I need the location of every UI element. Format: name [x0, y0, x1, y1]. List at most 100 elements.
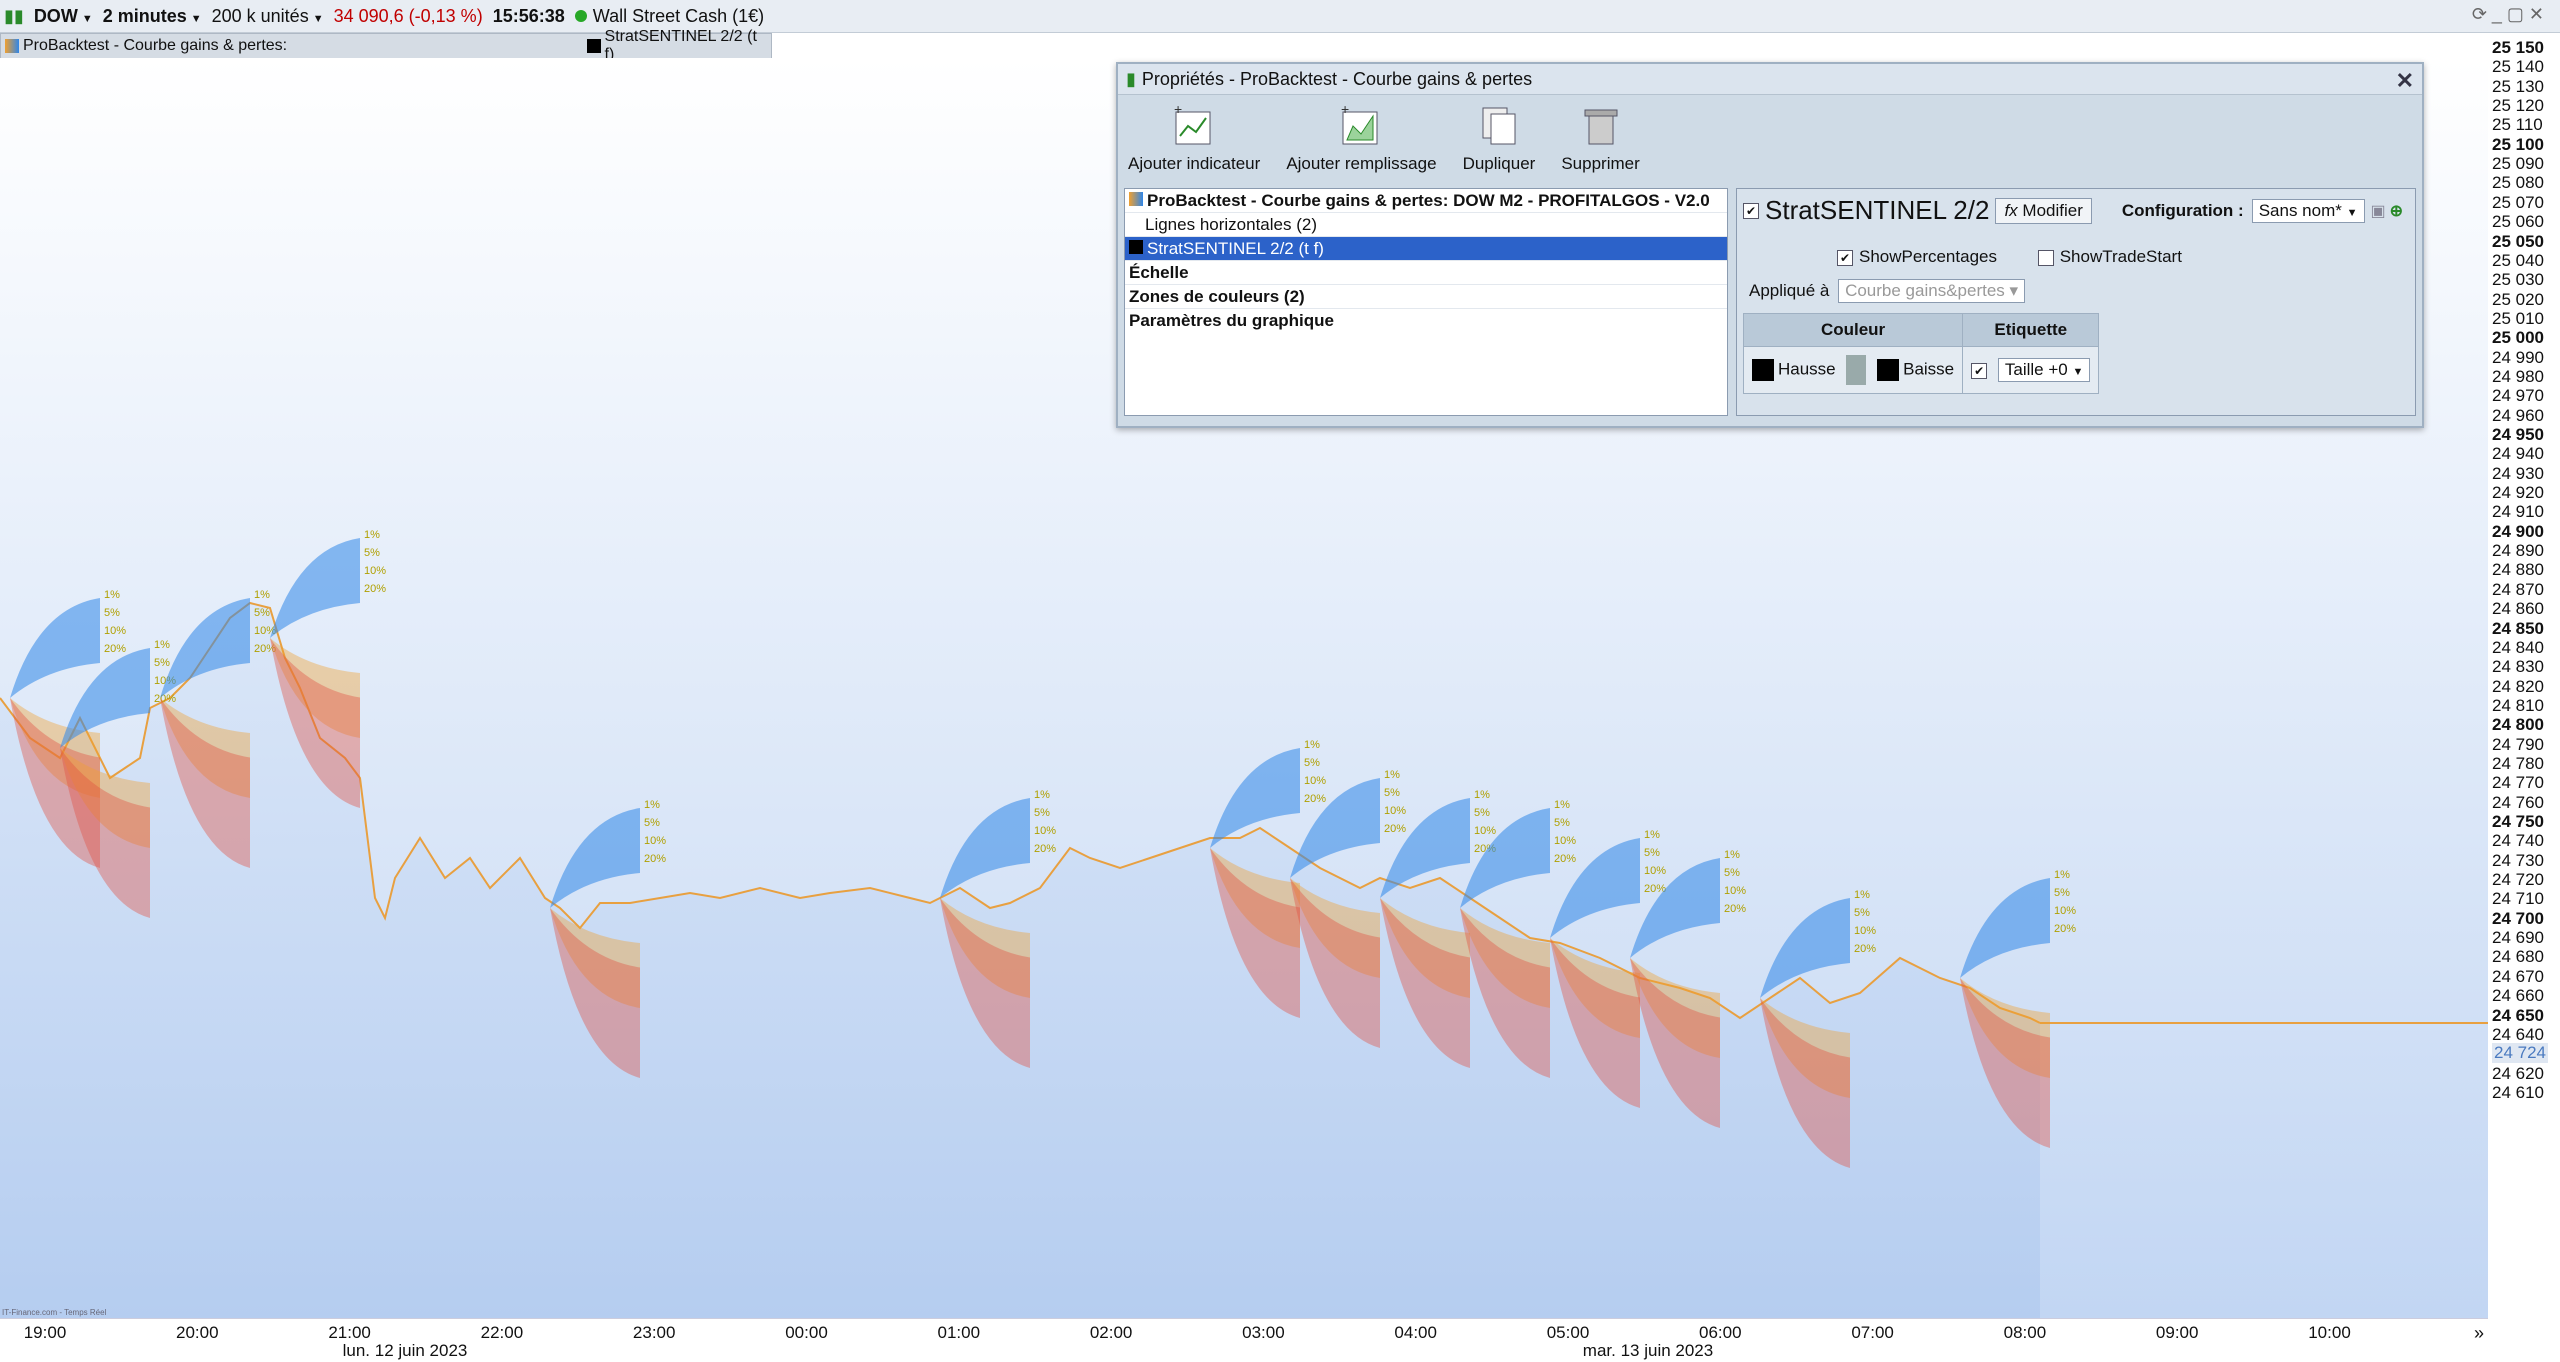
indicator-name: StratSENTINEL 2/2: [1765, 195, 1990, 225]
modify-button[interactable]: fx Modifier: [1995, 197, 2092, 224]
fan-percent-label: 1%: [1644, 829, 1660, 841]
show-percentages-checkbox[interactable]: ✔: [1837, 249, 1853, 266]
scroll-right-icon[interactable]: »: [2474, 1323, 2484, 1344]
tree-item-chart-params[interactable]: Paramètres du graphique: [1125, 309, 1727, 332]
applied-to-label: Appliqué à: [1749, 281, 1830, 300]
color-column-header: Couleur: [1742, 313, 1964, 347]
price-tick-label: 24 880: [2492, 560, 2544, 580]
fan-percent-label: 5%: [2054, 887, 2070, 899]
duplicate-icon: [1482, 107, 1516, 145]
timeframe-selector[interactable]: 2 minutes ▼: [103, 6, 202, 27]
price-tick-label: 24 620: [2492, 1063, 2544, 1083]
footer-credit: IT-Finance.com - Temps Réel: [2, 1308, 107, 1317]
add-config-icon[interactable]: ⊕: [2390, 201, 2403, 221]
add-fill-button[interactable]: + Ajouter remplissage: [1286, 104, 1436, 174]
fan-percent-label: 5%: [1384, 787, 1400, 799]
configuration-select[interactable]: Sans nom* ▼: [2251, 198, 2365, 223]
price-tick-label: 25 110: [2492, 115, 2543, 135]
price-tick-label: 25 050: [2492, 231, 2544, 251]
time-tick-label: 09:00: [2155, 1323, 2199, 1342]
price-tick-label: 24 920: [2492, 483, 2544, 503]
price-tick-label: 24 930: [2492, 463, 2544, 483]
label-column-header: Etiquette: [1962, 313, 2100, 347]
add-fill-icon: +: [1341, 104, 1378, 145]
tree-item-label: ProBacktest - Courbe gains & pertes: DOW…: [1147, 191, 1710, 210]
price-axis[interactable]: 25 150 25 140 25 130 25 120 25 110 25 100 25 0…: [2488, 32, 2560, 1322]
fan-percent-label: 10%: [1724, 885, 1746, 897]
tree-item-strat-sentinel[interactable]: StratSENTINEL 2/2 (t f): [1125, 237, 1727, 261]
rise-color-swatch[interactable]: [1752, 359, 1774, 381]
add-indicator-button[interactable]: + Ajouter indicateur: [1128, 104, 1260, 174]
account-status[interactable]: Wall Street Cash (1€): [574, 6, 764, 27]
price-tick-label: 24 690: [2492, 928, 2544, 948]
label-checkbox[interactable]: ✔: [1971, 362, 1988, 379]
tree-item-horizontal-lines[interactable]: Lignes horizontales (2): [1125, 213, 1727, 237]
price-tick-label: 24 970: [2492, 386, 2544, 406]
indicator-visible-checkbox[interactable]: ✔: [1743, 202, 1759, 219]
dialog-titlebar[interactable]: ▮ Propriétés - ProBacktest - Courbe gain…: [1118, 64, 2422, 95]
applied-to-select[interactable]: Courbe gains&pertes ▾: [1838, 279, 2026, 303]
delete-label: Supprimer: [1561, 154, 1640, 173]
chevron-down-icon: ▼: [2072, 366, 2084, 378]
fan-percent-label: 10%: [364, 565, 386, 577]
fan-percent-label: 20%: [2054, 923, 2076, 935]
fall-color-swatch[interactable]: [1877, 359, 1900, 381]
tree-item-backtest[interactable]: ProBacktest - Courbe gains & pertes: DOW…: [1125, 189, 1727, 213]
fan-percent-label: 20%: [104, 643, 126, 655]
fan-percent-label: 5%: [1854, 907, 1870, 919]
price-tick-label: 24 850: [2492, 618, 2544, 638]
fan-percent-label: 1%: [1554, 799, 1570, 811]
units-selector[interactable]: 200 k unités ▼: [212, 6, 324, 27]
fan-percent-label: 10%: [1304, 775, 1326, 787]
price-tick-label: 24 960: [2492, 405, 2544, 425]
delete-button[interactable]: Supprimer: [1561, 104, 1640, 174]
properties-dialog: ▮ Propriétés - ProBacktest - Courbe gain…: [1116, 62, 2424, 428]
price-tick-label: 24 830: [2492, 657, 2544, 677]
legend-left-label[interactable]: ProBacktest - Courbe gains & pertes:: [23, 37, 583, 55]
app-icon[interactable]: ▮▮: [4, 6, 24, 27]
show-trade-start-checkbox[interactable]: [2037, 249, 2054, 266]
price-tick-label: 24 840: [2492, 637, 2544, 657]
tree-item-scale[interactable]: Échelle: [1125, 261, 1727, 285]
price-tick-label: 24 700: [2492, 908, 2544, 928]
fan-percent-label: 5%: [364, 547, 380, 559]
fan-percent-label: 1%: [254, 589, 270, 601]
close-icon[interactable]: ✕: [2396, 68, 2414, 94]
save-icon[interactable]: ▣: [2371, 201, 2386, 221]
price-tick-label: 24 770: [2492, 773, 2544, 793]
price-tick-label: 24 900: [2492, 521, 2544, 541]
fan-percent-label: 10%: [2054, 905, 2076, 917]
fan-percent-label: 1%: [1034, 789, 1050, 801]
price-tick-label: 24 780: [2492, 753, 2544, 773]
size-select[interactable]: Taille +0 ▼: [1997, 358, 2091, 382]
window-controls[interactable]: ⟳ _ ▢ ✕: [2472, 4, 2544, 25]
add-fill-label: Ajouter remplissage: [1286, 154, 1437, 173]
fan-percent-label: 1%: [1304, 739, 1320, 751]
fan-percent-label: 1%: [2054, 869, 2070, 881]
fan-percent-label: 5%: [1554, 817, 1570, 829]
tree-item-color-zones[interactable]: Zones de couleurs (2): [1125, 285, 1727, 309]
tree-item-label: Lignes horizontales (2): [1145, 215, 1317, 234]
chevron-down-icon: ▼: [312, 12, 324, 25]
label-cell: ✔ Taille +0 ▼: [1962, 346, 2100, 394]
fan-percent-label: 10%: [1384, 805, 1406, 817]
price-tick-label: 24 610: [2492, 1082, 2544, 1102]
swatch-icon: [1129, 192, 1143, 206]
price-tick-label: 24 800: [2492, 715, 2544, 735]
duplicate-button[interactable]: Dupliquer: [1463, 104, 1535, 174]
time-axis[interactable]: lun. 12 juin 2023 mar. 13 juin 2023 » 19…: [0, 1318, 2488, 1362]
fan-percent-label: 20%: [1554, 853, 1576, 865]
price-tick-label: 24 990: [2492, 347, 2544, 367]
price-tick-label: 24 740: [2492, 831, 2544, 851]
swatch-icon: [1129, 240, 1143, 254]
price-tick-label: 24 760: [2492, 792, 2544, 812]
show-trade-start-label: ShowTradeStart: [2059, 247, 2182, 266]
chevron-down-icon: ▼: [81, 12, 93, 25]
top-toolbar: ▮▮ DOW ▼ 2 minutes ▼ 200 k unités ▼ 34 090,…: [0, 0, 2560, 33]
price-tick-label: 24 670: [2492, 966, 2544, 986]
price-tick-label: 25 000: [2492, 328, 2544, 348]
instrument-selector[interactable]: DOW ▼: [34, 6, 93, 27]
size-value: Taille +0: [2004, 360, 2068, 379]
link-icon[interactable]: [1846, 355, 1867, 385]
trash-icon: [1584, 109, 1618, 145]
